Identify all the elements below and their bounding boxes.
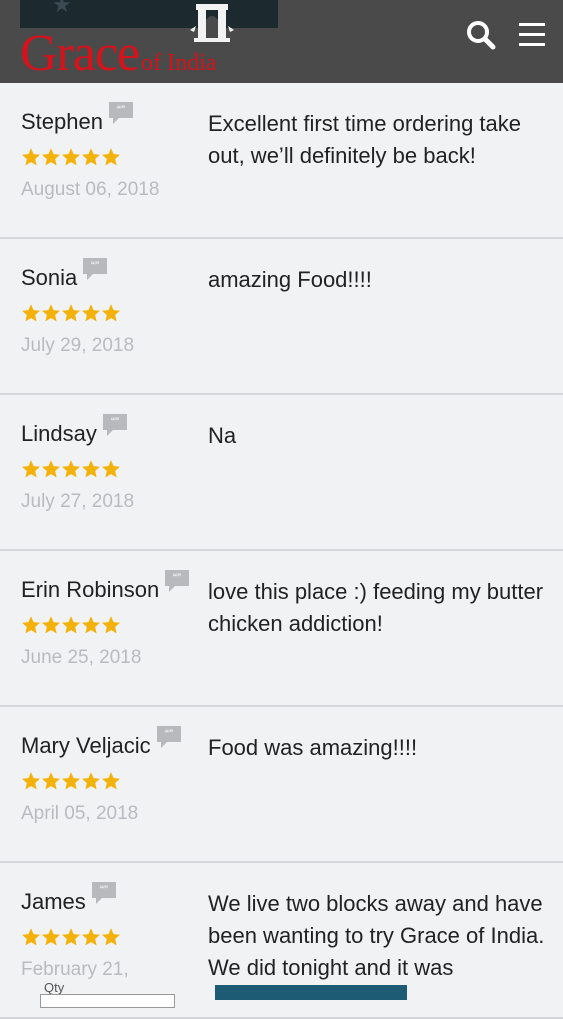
svg-text:“”: “” [100, 883, 108, 897]
review-date: July 29, 2018 [21, 335, 135, 356]
star-icon [81, 927, 101, 952]
review-item: Stephen “” August 06, 2018 Excellent first … [0, 83, 563, 239]
review-date: April 05, 2018 [21, 803, 139, 824]
reviewer-name: Erin Robinson [21, 577, 160, 602]
quote-icon[interactable]: “” [108, 102, 133, 129]
review-comment: Food was amazing!!!! [208, 735, 418, 760]
star-icon [81, 147, 101, 172]
review-date: June 25, 2018 [21, 647, 142, 668]
review-comment: Excellent first time ordering take out, … [208, 111, 522, 168]
star-icon [41, 459, 61, 484]
svg-text:“”: “” [117, 103, 125, 117]
star-icon [101, 927, 121, 952]
star-icon [21, 147, 41, 172]
qty-input[interactable] [40, 994, 175, 1008]
reviewer-name-row: Erin Robinson “” [21, 570, 190, 604]
restaurant-logo[interactable]: Graceof India [20, 28, 216, 84]
star-icon [101, 303, 121, 328]
review-date: February 21, [21, 959, 129, 980]
review-comment: Na [208, 423, 237, 448]
logo-sub-text: of India [141, 50, 217, 76]
star-icon [81, 615, 101, 640]
logo-banner-strip: ★ [20, 0, 278, 28]
review-item: Mary Veljacic “” April 05, 2018 Food was am… [0, 707, 563, 863]
reviewer-name: Lindsay [21, 421, 97, 446]
review-date: July 27, 2018 [21, 491, 135, 512]
star-icon [61, 459, 81, 484]
star-rating [21, 927, 121, 952]
hamburger-menu-icon [519, 23, 545, 46]
logo-main-text: Grace [20, 25, 140, 82]
review-item: Lindsay “” July 27, 2018 Na [0, 395, 563, 551]
star-icon [41, 927, 61, 952]
review-comment: love this place :) feeding my butter chi… [208, 579, 544, 636]
reviewer-name: Mary Veljacic [21, 733, 151, 758]
reviewer-name-row: Stephen “” [21, 102, 133, 136]
star-icon [21, 303, 41, 328]
star-icon [61, 147, 81, 172]
reviewer-name-row: Lindsay “” [21, 414, 127, 448]
star-icon [41, 303, 61, 328]
star-icon [81, 303, 101, 328]
star-icon [41, 147, 61, 172]
star-icon [101, 147, 121, 172]
menu-button[interactable] [516, 18, 550, 52]
star-rating [21, 303, 121, 328]
svg-text:“”: “” [111, 415, 119, 429]
review-comment: We live two blocks away and have been wa… [208, 891, 545, 980]
star-icon [41, 771, 61, 796]
star-icon [101, 771, 121, 796]
star-icon [61, 615, 81, 640]
star-rating [21, 615, 121, 640]
quote-icon[interactable]: “” [91, 882, 116, 909]
review-item: Sonia “” July 29, 2018 amazing Food!!!! [0, 239, 563, 395]
reviewer-name-row: James “” [21, 882, 116, 916]
star-icon [21, 459, 41, 484]
star-icon [81, 459, 101, 484]
quote-icon[interactable]: “” [156, 726, 181, 753]
reviewer-name-row: Sonia “” [21, 258, 108, 292]
star-rating [21, 459, 121, 484]
star-icon [61, 771, 81, 796]
quote-icon[interactable]: “” [83, 258, 108, 285]
reviewer-name: James [21, 889, 86, 914]
star-decoration-icon: ★ [52, 0, 72, 17]
qty-label: Qty [44, 980, 65, 995]
star-icon [41, 615, 61, 640]
star-icon [101, 615, 121, 640]
review-item: Erin Robinson “” June 25, 2018 love this pl… [0, 551, 563, 707]
star-icon [61, 927, 81, 952]
top-header: ★ Graceof India [0, 0, 563, 83]
review-comment: amazing Food!!!! [208, 267, 372, 292]
svg-text:“”: “” [173, 571, 181, 585]
star-icon [61, 303, 81, 328]
reviewer-name-row: Mary Veljacic “” [21, 726, 181, 760]
search-button[interactable] [464, 18, 498, 52]
star-icon [21, 615, 41, 640]
quote-icon[interactable]: “” [102, 414, 127, 441]
quote-icon[interactable]: “” [165, 570, 190, 597]
add-to-order-button[interactable] [215, 985, 407, 1000]
star-rating [21, 147, 121, 172]
star-rating [21, 771, 121, 796]
star-icon [101, 459, 121, 484]
svg-text:“”: “” [91, 259, 99, 273]
star-icon [21, 771, 41, 796]
reviewer-name: Sonia [21, 265, 78, 290]
reviewer-name: Stephen [21, 109, 103, 134]
star-icon [21, 927, 41, 952]
svg-text:“”: “” [165, 727, 173, 741]
review-date: August 06, 2018 [21, 179, 160, 200]
star-icon [81, 771, 101, 796]
search-icon [467, 21, 496, 50]
